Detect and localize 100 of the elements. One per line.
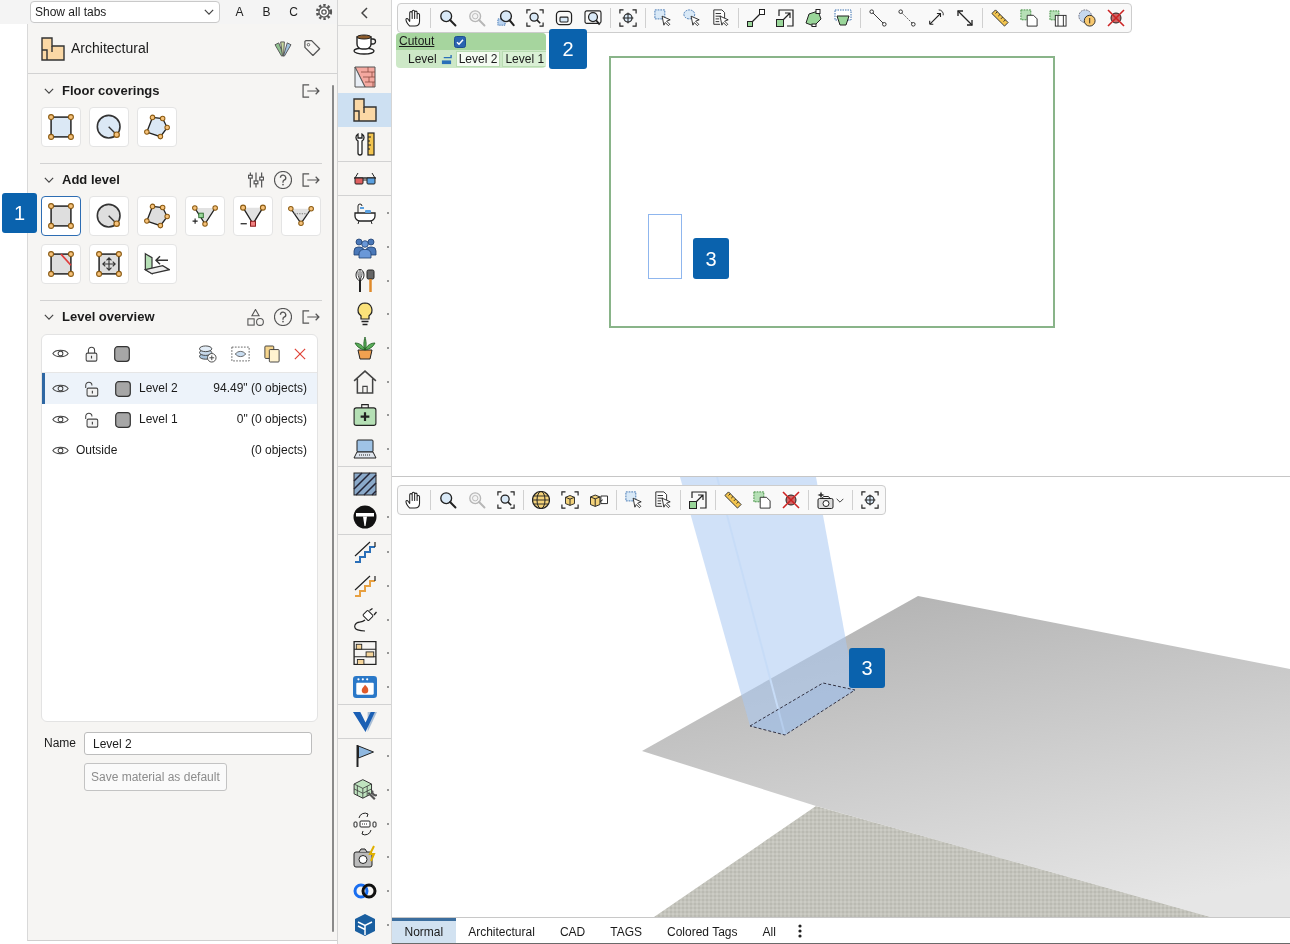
color-fan-icon[interactable] — [274, 40, 292, 57]
globe-icon[interactable] — [531, 491, 550, 509]
view-tab[interactable]: All — [750, 918, 789, 943]
level-row[interactable]: Outside (0 objects) — [42, 435, 317, 466]
material-swatch-icon[interactable] — [115, 411, 131, 428]
magnifier-brackets-icon[interactable] — [525, 9, 544, 27]
stairs-icon — [352, 540, 377, 565]
help-icon[interactable] — [274, 171, 292, 189]
select-lasso-icon[interactable] — [682, 9, 701, 27]
chevron-down-icon[interactable] — [44, 314, 54, 320]
exit-arrow-icon[interactable] — [302, 84, 320, 98]
chevron-left-icon[interactable] — [361, 6, 368, 19]
hand-icon[interactable] — [404, 490, 422, 510]
double-arrow-icon[interactable] — [955, 9, 974, 27]
tag-icon[interactable] — [304, 40, 321, 57]
copy-icon[interactable] — [1019, 9, 1038, 27]
caret-icon[interactable] — [835, 497, 844, 503]
arrow-arc-icon[interactable] — [926, 9, 945, 27]
letter-button[interactable]: B — [253, 3, 280, 21]
diagonal-nodes-icon[interactable] — [746, 9, 765, 27]
scrollbar-thumb[interactable] — [332, 85, 334, 932]
view-tab[interactable]: TAGS — [597, 918, 655, 943]
letter-button[interactable]: C — [280, 3, 307, 21]
copy-pages-icon[interactable] — [264, 344, 280, 363]
copy-icon[interactable] — [752, 491, 771, 509]
magnifier-dotted-icon[interactable] — [496, 9, 515, 27]
magnifier-frame-icon[interactable] — [583, 10, 602, 26]
delete-icon[interactable] — [294, 347, 306, 360]
delete-icon[interactable] — [781, 491, 800, 509]
material-swatch-icon[interactable] — [115, 380, 131, 397]
select-list-icon[interactable] — [653, 491, 672, 509]
ruler-icon[interactable] — [990, 9, 1009, 27]
eye-icon[interactable] — [52, 414, 69, 425]
magnifier-icon[interactable] — [438, 9, 457, 27]
window-frame-icon[interactable] — [554, 10, 573, 26]
dashed-line-icon[interactable] — [897, 9, 916, 27]
ruler-icon[interactable] — [723, 491, 742, 509]
material-swatch-icon[interactable] — [114, 345, 130, 362]
level-row[interactable]: Level 1 0" (0 objects) — [42, 404, 317, 435]
select-list-icon[interactable] — [711, 9, 730, 27]
camera-star-icon[interactable] — [816, 491, 834, 509]
settings-icon[interactable] — [315, 3, 333, 21]
level-row[interactable]: Level 2 94.49" (0 objects) — [42, 373, 317, 404]
tab-filter-dropdown[interactable]: Show all tabs — [30, 1, 220, 23]
checkbox[interactable] — [454, 35, 467, 48]
crosshair-icon[interactable] — [618, 9, 637, 27]
select-rectangle-icon[interactable] — [624, 491, 643, 509]
help-icon[interactable] — [274, 308, 292, 326]
tool-button[interactable] — [41, 196, 81, 236]
lock-icon[interactable] — [85, 345, 98, 362]
eye-icon[interactable] — [52, 348, 69, 359]
film-copy-icon[interactable] — [1048, 9, 1067, 27]
first-aid-kit-icon — [352, 403, 377, 428]
box-camera-icon[interactable] — [589, 493, 608, 507]
unlocked-icon[interactable] — [84, 411, 99, 428]
crosshair-icon[interactable] — [860, 491, 879, 509]
sliders-icon[interactable] — [248, 172, 264, 188]
shapes-icon[interactable] — [247, 308, 264, 326]
exit-arrow-icon[interactable] — [302, 173, 320, 187]
sidebar-tab[interactable] — [338, 93, 391, 128]
level-chip[interactable]: Level 2 — [455, 51, 501, 67]
box-brackets-icon[interactable] — [560, 491, 579, 509]
magnifier-icon[interactable] — [438, 491, 457, 509]
unlocked-icon[interactable] — [84, 380, 99, 397]
hand-icon[interactable] — [404, 8, 422, 28]
floor-plan-icon — [352, 98, 377, 123]
coin-icon[interactable] — [1077, 9, 1096, 27]
polygon-nodes-icon[interactable] — [804, 9, 823, 27]
more-menu-icon[interactable] — [798, 923, 803, 938]
scale-corner-icon[interactable] — [688, 491, 707, 509]
exit-arrow-icon[interactable] — [302, 310, 320, 324]
letter-button[interactable]: A — [226, 3, 253, 21]
chevron-down-icon[interactable] — [44, 177, 54, 183]
eye-icon[interactable] — [52, 383, 69, 394]
view-tab[interactable]: CAD — [547, 918, 598, 943]
chevron-down-icon[interactable] — [44, 88, 54, 94]
house-icon — [352, 369, 377, 394]
level-info: 0" (0 objects) — [236, 412, 307, 427]
dashed-selection-icon[interactable] — [231, 345, 250, 362]
level-chip[interactable]: Level 1 — [502, 51, 546, 67]
name-field[interactable]: Level 2 — [84, 732, 312, 755]
transfer-arrows-icon — [352, 811, 377, 836]
wall-floor-arrow-icon — [144, 251, 170, 277]
view-tab[interactable]: Architectural — [455, 918, 548, 943]
cube-wrench-icon — [352, 777, 377, 802]
select-rectangle-icon[interactable] — [653, 9, 672, 27]
open-polyline-icon — [288, 203, 314, 229]
delete-icon[interactable] — [1106, 9, 1125, 27]
callout-marker: 3 — [693, 238, 729, 279]
layers-add-icon[interactable] — [199, 344, 217, 363]
eye-icon[interactable] — [52, 445, 69, 456]
view-tab[interactable]: Normal — [392, 918, 456, 943]
magnifier-brackets-icon[interactable] — [496, 491, 515, 509]
line-nodes-icon[interactable] — [868, 9, 887, 27]
rectangle-nodes-icon — [48, 114, 74, 140]
scale-corner-icon[interactable] — [775, 9, 794, 27]
polygon-fill-icon[interactable] — [833, 9, 852, 27]
circle-node-icon — [96, 203, 122, 229]
view-tab[interactable]: Colored Tags — [654, 918, 750, 943]
callout-marker: 3 — [849, 648, 885, 688]
